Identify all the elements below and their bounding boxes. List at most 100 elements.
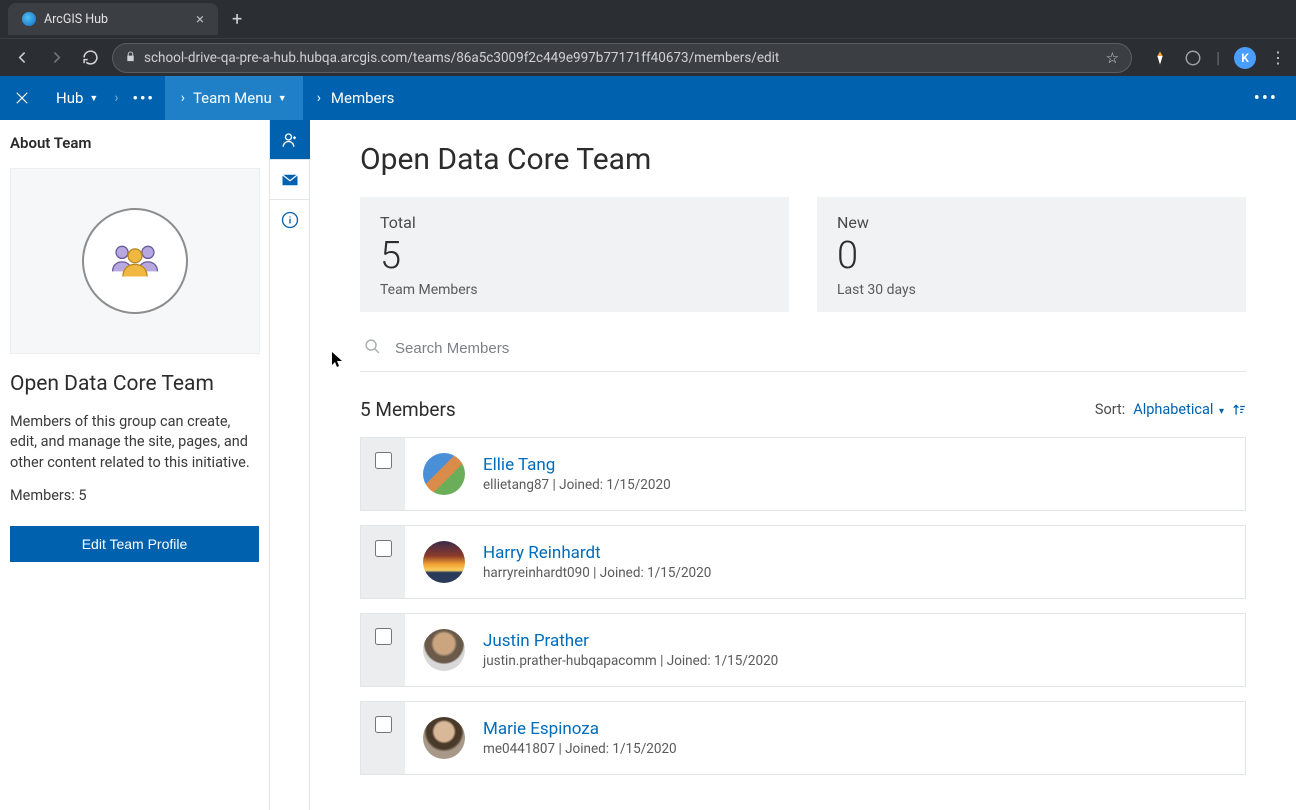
header-left: Hub ▼ › ••• › Team Menu ▼ › Members [0, 76, 408, 120]
tab-title: ArcGIS Hub [44, 12, 108, 27]
header-close-button[interactable] [0, 76, 44, 120]
member-checkbox[interactable] [375, 540, 392, 557]
member-name-link[interactable]: Ellie Tang [483, 455, 671, 475]
member-meta: harryreinhardt090 | Joined: 1/15/2020 [483, 565, 711, 581]
member-info: Harry Reinhardt harryreinhardt090 | Joine… [483, 543, 711, 581]
hub-dropdown[interactable]: Hub ▼ [44, 76, 110, 120]
team-thumbnail [10, 168, 260, 354]
avatar [423, 453, 465, 495]
caret-down-icon: ▾ [1219, 406, 1224, 417]
page-title: Open Data Core Team [360, 142, 1246, 177]
avatar [423, 541, 465, 583]
stat-total-value: 5 [380, 234, 769, 278]
tool-rail [270, 120, 310, 810]
people-icon [109, 242, 161, 280]
sidebar-members-count: Members: 5 [10, 487, 259, 504]
member-body: Justin Prather justin.prather-hubqapacomm… [405, 614, 1245, 686]
member-checkbox[interactable] [375, 628, 392, 645]
search-icon [364, 338, 381, 359]
sort-asc-icon [1232, 403, 1246, 417]
breadcrumb-overflow[interactable]: ••• [123, 76, 165, 120]
add-member-tool[interactable] [270, 120, 310, 160]
member-checkbox-cell [361, 438, 405, 510]
breadcrumb-members[interactable]: › Members [303, 76, 409, 120]
breadcrumb-chevron-icon: › [317, 90, 331, 106]
address-row: school-drive-qa-pre-a-hub.hubqa.arcgis.c… [0, 38, 1296, 76]
member-body: Ellie Tang ellietang87 | Joined: 1/15/202… [405, 438, 1245, 510]
sidebar-description: Members of this group can create, edit, … [10, 412, 259, 473]
avatar [423, 629, 465, 671]
sort-dropdown[interactable]: Alphabetical ▾ [1133, 401, 1224, 418]
hub-label: Hub [56, 89, 83, 107]
browser-menu-icon[interactable]: ⋮ [1270, 48, 1286, 67]
email-tool[interactable] [270, 160, 310, 200]
info-icon [281, 211, 299, 229]
tab-close-icon[interactable]: × [196, 10, 204, 28]
member-meta: ellietang87 | Joined: 1/15/2020 [483, 477, 671, 493]
stat-total: Total 5 Team Members [360, 197, 789, 312]
stat-total-label: Total [380, 213, 769, 232]
sidebar-team-name: Open Data Core Team [10, 372, 259, 396]
back-button[interactable] [10, 46, 34, 70]
member-info: Marie Espinoza me0441807 | Joined: 1/15/2… [483, 719, 677, 757]
team-thumbnail-circle [82, 208, 188, 314]
info-tool[interactable] [270, 200, 310, 240]
member-meta: justin.prather-hubqapacomm | Joined: 1/1… [483, 653, 778, 669]
url-text: school-drive-qa-pre-a-hub.hubqa.arcgis.c… [144, 50, 1106, 66]
member-checkbox[interactable] [375, 716, 392, 733]
team-menu-dropdown[interactable]: › Team Menu ▼ [165, 76, 303, 120]
member-body: Harry Reinhardt harryreinhardt090 | Joine… [405, 526, 1245, 598]
tab-row: ArcGIS Hub × + [0, 0, 1296, 38]
caret-down-icon: ▼ [278, 93, 287, 104]
lock-icon [125, 50, 136, 66]
sidebar: About Team Open Data Core Team Members o… [0, 120, 270, 810]
member-name-link[interactable]: Marie Espinoza [483, 719, 677, 739]
member-checkbox-cell [361, 526, 405, 598]
member-checkbox-cell [361, 614, 405, 686]
stat-new-label: New [837, 213, 1226, 232]
member-body: Marie Espinoza me0441807 | Joined: 1/15/2… [405, 702, 1245, 774]
stat-new: New 0 Last 30 days [817, 197, 1246, 312]
bookmark-star-icon[interactable]: ☆ [1106, 49, 1119, 67]
edit-team-profile-button[interactable]: Edit Team Profile [10, 526, 259, 562]
app-header: Hub ▼ › ••• › Team Menu ▼ › Members ••• [0, 76, 1296, 120]
members-count: 5 Members [360, 398, 456, 421]
header-overflow-menu[interactable]: ••• [1254, 88, 1296, 109]
sidebar-title: About Team [10, 134, 259, 152]
member-row: Harry Reinhardt harryreinhardt090 | Joine… [360, 525, 1246, 599]
extension-icon-1[interactable] [1152, 49, 1170, 67]
avatar [423, 717, 465, 759]
member-meta: me0441807 | Joined: 1/15/2020 [483, 741, 677, 757]
new-tab-button[interactable]: + [232, 9, 242, 30]
sort-label: Sort: [1095, 401, 1125, 418]
profile-badge[interactable]: K [1234, 47, 1256, 69]
sort-control: Sort: Alphabetical ▾ [1095, 401, 1246, 418]
tab-favicon-icon [22, 12, 36, 26]
member-row: Justin Prather justin.prather-hubqapacomm… [360, 613, 1246, 687]
forward-button[interactable] [44, 46, 68, 70]
member-info: Justin Prather justin.prather-hubqapacomm… [483, 631, 778, 669]
member-checkbox[interactable] [375, 452, 392, 469]
member-info: Ellie Tang ellietang87 | Joined: 1/15/202… [483, 455, 671, 493]
members-label: Members [331, 89, 394, 107]
search-members-input[interactable] [395, 340, 1242, 357]
envelope-icon [281, 173, 299, 187]
extension-icon-2[interactable] [1184, 49, 1202, 67]
members-header: 5 Members Sort: Alphabetical ▾ [360, 398, 1246, 421]
member-name-link[interactable]: Justin Prather [483, 631, 778, 651]
member-row: Ellie Tang ellietang87 | Joined: 1/15/202… [360, 437, 1246, 511]
member-list: Ellie Tang ellietang87 | Joined: 1/15/202… [360, 437, 1246, 775]
breadcrumb-chevron-icon: › [181, 90, 193, 106]
breadcrumb-chevron-icon: › [110, 90, 122, 106]
chrome-right: | K ⋮ [1152, 47, 1286, 69]
member-name-link[interactable]: Harry Reinhardt [483, 543, 711, 563]
sort-direction-button[interactable] [1232, 403, 1246, 417]
stat-total-sub: Team Members [380, 282, 769, 298]
caret-down-icon: ▼ [89, 93, 98, 104]
reload-button[interactable] [78, 46, 102, 70]
browser-tab[interactable]: ArcGIS Hub × [8, 3, 218, 35]
address-bar[interactable]: school-drive-qa-pre-a-hub.hubqa.arcgis.c… [112, 43, 1132, 73]
stat-new-sub: Last 30 days [837, 282, 1226, 298]
member-checkbox-cell [361, 702, 405, 774]
member-row: Marie Espinoza me0441807 | Joined: 1/15/2… [360, 701, 1246, 775]
